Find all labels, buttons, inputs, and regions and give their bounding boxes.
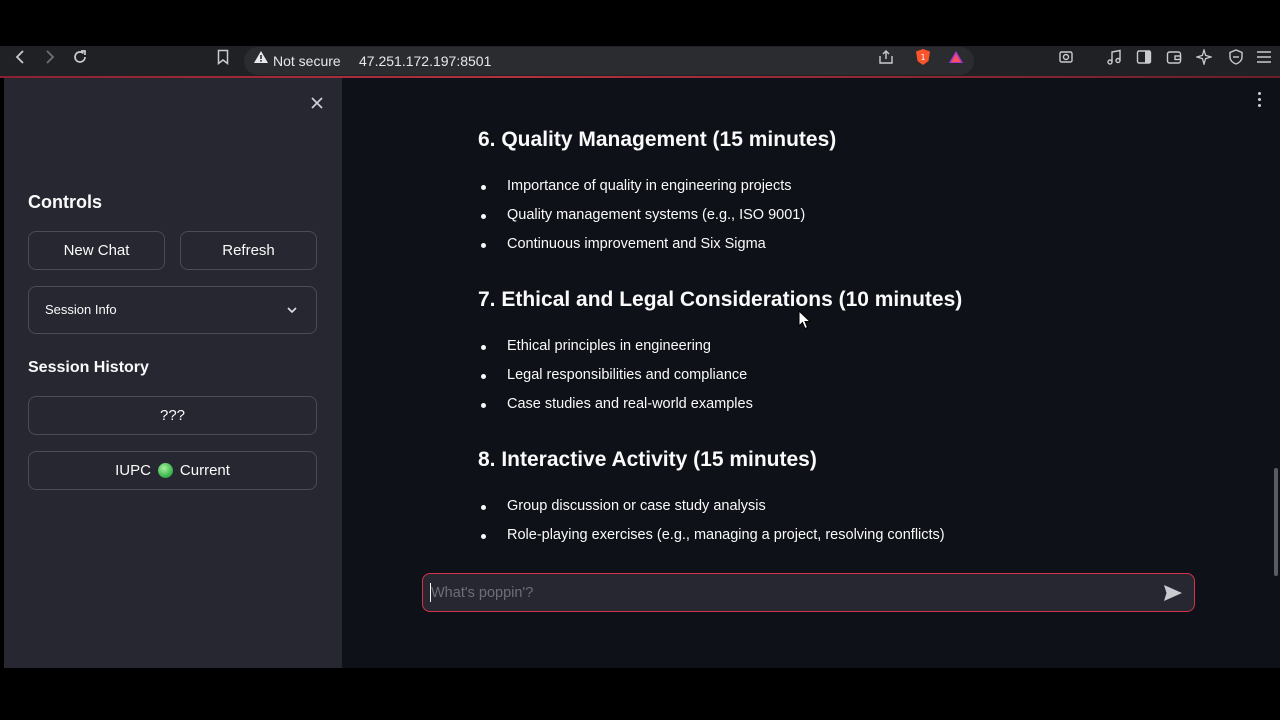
leo-ai-icon[interactable]	[1194, 42, 1214, 72]
list-item-text: Quality management systems (e.g., ISO 90…	[507, 207, 806, 223]
security-label[interactable]: Not secure	[273, 49, 341, 73]
list-item-text: Importance of quality in engineering pro…	[507, 178, 792, 194]
screenshot-icon[interactable]	[1056, 42, 1076, 72]
send-button[interactable]	[1162, 582, 1184, 604]
list-item-text: Legal responsibilities and compliance	[507, 367, 748, 383]
section-heading: 7. Ethical and Legal Considerations (10 …	[478, 288, 963, 311]
session-info-label: Session Info	[45, 302, 117, 317]
sidebar-toggle-icon[interactable]	[1134, 42, 1154, 72]
session-history-heading: Session History	[28, 359, 149, 376]
address-bar[interactable]	[244, 47, 974, 75]
wallet-icon[interactable]	[1164, 42, 1184, 72]
send-icon	[1164, 585, 1182, 601]
list-item-text: Case studies and real-world examples	[507, 396, 753, 412]
close-sidebar-button[interactable]	[306, 92, 328, 114]
share-icon[interactable]	[876, 42, 896, 72]
brave-shields-icon[interactable]: 1	[912, 42, 934, 72]
media-icon[interactable]	[1104, 42, 1124, 72]
app-menu-button[interactable]	[1254, 92, 1264, 110]
screen: Not secure 47.251.172.197:8501 1 Control…	[0, 0, 1280, 720]
reload-icon[interactable]	[70, 42, 90, 72]
url-text[interactable]: 47.251.172.197:8501	[359, 49, 491, 73]
close-icon	[311, 97, 323, 109]
mouse-cursor-icon	[798, 310, 812, 330]
history-item-current-button[interactable]: IUPC Current	[28, 451, 317, 490]
brave-badge: 1	[920, 53, 925, 62]
history-item-status: Current	[179, 462, 230, 479]
history-item-button[interactable]: ???	[28, 396, 317, 435]
vpn-icon[interactable]	[1226, 42, 1246, 72]
chat-input-container[interactable]	[422, 573, 1195, 612]
chevron-down-icon	[287, 307, 297, 314]
scrollbar[interactable]	[1274, 468, 1278, 576]
refresh-button[interactable]: Refresh	[180, 231, 317, 270]
list-item-text: Role-playing exercises (e.g., managing a…	[507, 527, 945, 543]
list-item-text: Group discussion or case study analysis	[507, 498, 766, 514]
current-status-dot	[157, 463, 173, 478]
chat-input[interactable]	[431, 574, 1161, 611]
list-item-text: Ethical principles in engineering	[507, 338, 711, 354]
warning-icon[interactable]	[252, 42, 270, 72]
bookmark-icon[interactable]	[214, 42, 232, 72]
history-item-label: IUPC	[115, 462, 151, 479]
session-info-expander[interactable]: Session Info	[28, 286, 317, 334]
back-icon[interactable]	[10, 42, 30, 72]
menu-icon[interactable]	[1254, 42, 1274, 72]
list-item-text: Continuous improvement and Six Sigma	[507, 236, 766, 252]
brave-rewards-icon[interactable]	[946, 42, 966, 72]
new-chat-button[interactable]: New Chat	[28, 231, 165, 270]
text-caret	[430, 583, 431, 602]
controls-heading: Controls	[28, 192, 102, 212]
section-heading: 8. Interactive Activity (15 minutes)	[478, 448, 817, 471]
section-heading: 6. Quality Management (15 minutes)	[478, 128, 837, 151]
forward-icon[interactable]	[40, 42, 60, 72]
